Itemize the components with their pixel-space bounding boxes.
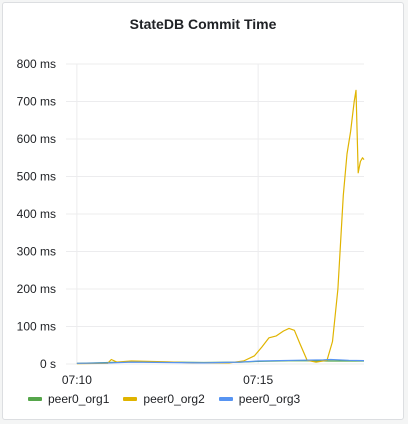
legend-item-peer0-org3[interactable]: peer0_org3: [218, 392, 301, 406]
legend-swatch: [218, 397, 233, 401]
legend-label: peer0_org3: [238, 392, 301, 406]
y-tick-label: 200 ms: [17, 282, 56, 296]
x-tick-label: 07:15: [243, 373, 273, 387]
legend-swatch: [28, 397, 42, 401]
x-tick-label: 07:10: [62, 373, 92, 387]
legend-item-peer0-org2[interactable]: peer0_org2: [123, 392, 205, 406]
y-tick-label: 500 ms: [17, 170, 56, 184]
series-line-peer0-org2: [76, 89, 365, 365]
y-tick-label: 0 s: [40, 357, 56, 371]
y-tick-label: 400 ms: [17, 207, 56, 221]
y-tick-label: 300 ms: [17, 245, 56, 259]
chart-legend: peer0_org1 peer0_org2 peer0_org3: [28, 392, 314, 406]
y-tick-label: 800 ms: [17, 57, 56, 71]
y-tick-label: 700 ms: [17, 95, 56, 109]
y-tick-label: 100 ms: [17, 320, 56, 334]
legend-swatch: [123, 397, 138, 401]
legend-label: peer0_org2: [143, 392, 205, 406]
legend-label: peer0_org1: [48, 392, 110, 406]
y-tick-label: 600 ms: [17, 132, 56, 146]
line-chart: 0 s 100 ms 200 ms 300 ms 400 ms 500 ms 600 ms 7…: [17, 57, 365, 387]
legend-item-peer0-org1[interactable]: peer0_org1: [28, 392, 109, 406]
